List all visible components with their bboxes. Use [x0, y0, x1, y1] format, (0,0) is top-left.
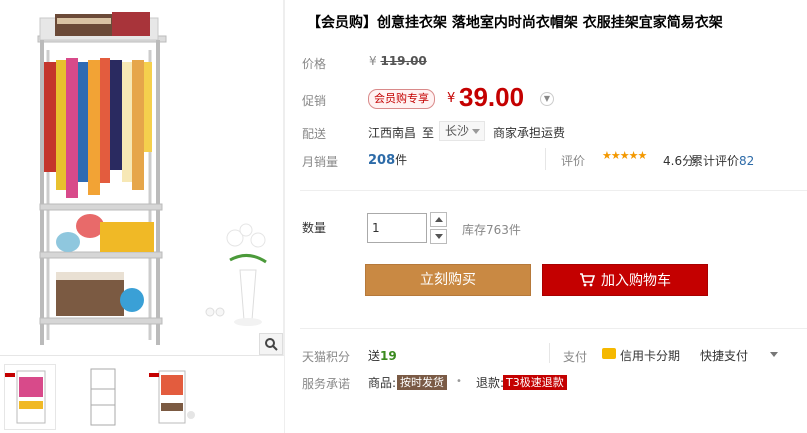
- rating-score: 4.6分: [663, 154, 695, 168]
- current-price-symbol: ¥: [447, 91, 456, 106]
- ship-to-word: 至: [422, 126, 435, 140]
- tmall-points: 送19: [368, 347, 397, 364]
- thumbnail-2[interactable]: [76, 364, 128, 430]
- service-label: 服务承诺: [302, 377, 351, 391]
- ship-from-location: 江西南昌: [368, 126, 417, 140]
- chevron-down-icon: [434, 234, 443, 239]
- monthly-sales: 208件: [368, 151, 407, 168]
- stock-count: 库存763件: [462, 223, 521, 237]
- shipping-fee: 商家承担运费: [493, 126, 566, 140]
- total-reviews-count: 82: [739, 154, 755, 168]
- add-to-cart-button[interactable]: 加入购物车: [542, 264, 708, 296]
- chevron-up-icon: [434, 217, 443, 222]
- price-label: 价格: [302, 57, 327, 71]
- dropdown-arrow-icon: [472, 129, 480, 134]
- product-gallery: [0, 0, 284, 433]
- row-separator: [549, 343, 550, 363]
- main-product-image[interactable]: [0, 0, 284, 356]
- points-value: 19: [380, 349, 397, 363]
- destination-city-value: 长沙: [445, 124, 470, 138]
- row-separator: [545, 148, 546, 170]
- quick-pay-option[interactable]: 快捷支付: [700, 347, 748, 364]
- thumbnail-3[interactable]: [148, 364, 200, 430]
- current-price: 39.00: [459, 82, 525, 112]
- section-divider: [300, 190, 807, 191]
- original-price: ¥ 119.00: [369, 54, 427, 68]
- original-price-symbol: ¥: [369, 54, 377, 68]
- thumbnail-strip: [0, 360, 284, 433]
- quantity-increase-button[interactable]: [430, 212, 447, 227]
- quantity-label: 数量: [302, 221, 327, 235]
- points-prefix: 送: [368, 349, 381, 363]
- payment-dropdown-icon[interactable]: [770, 352, 778, 357]
- total-reviews-label: 累计评价: [691, 154, 740, 168]
- chevron-down-icon[interactable]: ▼: [540, 92, 554, 106]
- promo-label: 促销: [302, 94, 327, 108]
- reviews-label: 评价: [561, 154, 586, 168]
- service-goods-label: 商品:: [368, 376, 397, 390]
- cart-icon: [580, 273, 595, 287]
- total-reviews-link[interactable]: 累计评价82: [691, 152, 754, 169]
- panel-divider: [284, 0, 285, 433]
- service-separator-dot: •: [456, 376, 462, 387]
- monthly-sales-unit: 件: [395, 153, 408, 167]
- delivery-label: 配送: [302, 127, 327, 141]
- fast-refund-badge[interactable]: T3极速退款: [503, 375, 567, 390]
- magnifier-icon[interactable]: [259, 333, 283, 355]
- buy-now-button[interactable]: 立刻购买: [365, 264, 531, 296]
- credit-card-icon: [602, 348, 616, 359]
- monthly-sales-count: 208: [368, 153, 396, 168]
- member-promo-badge: 会员购专享: [368, 89, 435, 109]
- star-rating-icon: ★★★★★: [602, 149, 647, 162]
- add-to-cart-label: 加入购物车: [601, 273, 671, 289]
- destination-city-select[interactable]: 长沙: [439, 121, 485, 141]
- quantity-input[interactable]: 1: [367, 213, 427, 243]
- credit-card-installment[interactable]: 信用卡分期: [620, 347, 680, 364]
- payment-label: 支付: [563, 350, 588, 364]
- monthly-sales-label: 月销量: [302, 155, 339, 169]
- section-divider: [300, 328, 807, 329]
- original-price-value: 119.00: [380, 54, 427, 68]
- thumbnail-1[interactable]: [4, 364, 56, 430]
- tmall-points-label: 天猫积分: [302, 350, 351, 364]
- quantity-decrease-button[interactable]: [430, 229, 447, 244]
- product-title: 【会员购】创意挂衣架 落地室内时尚衣帽架 衣服挂架宜家简易衣架: [307, 15, 723, 31]
- service-refund-label: 退款:: [476, 376, 505, 390]
- on-time-delivery-badge[interactable]: 按时发货: [397, 375, 447, 390]
